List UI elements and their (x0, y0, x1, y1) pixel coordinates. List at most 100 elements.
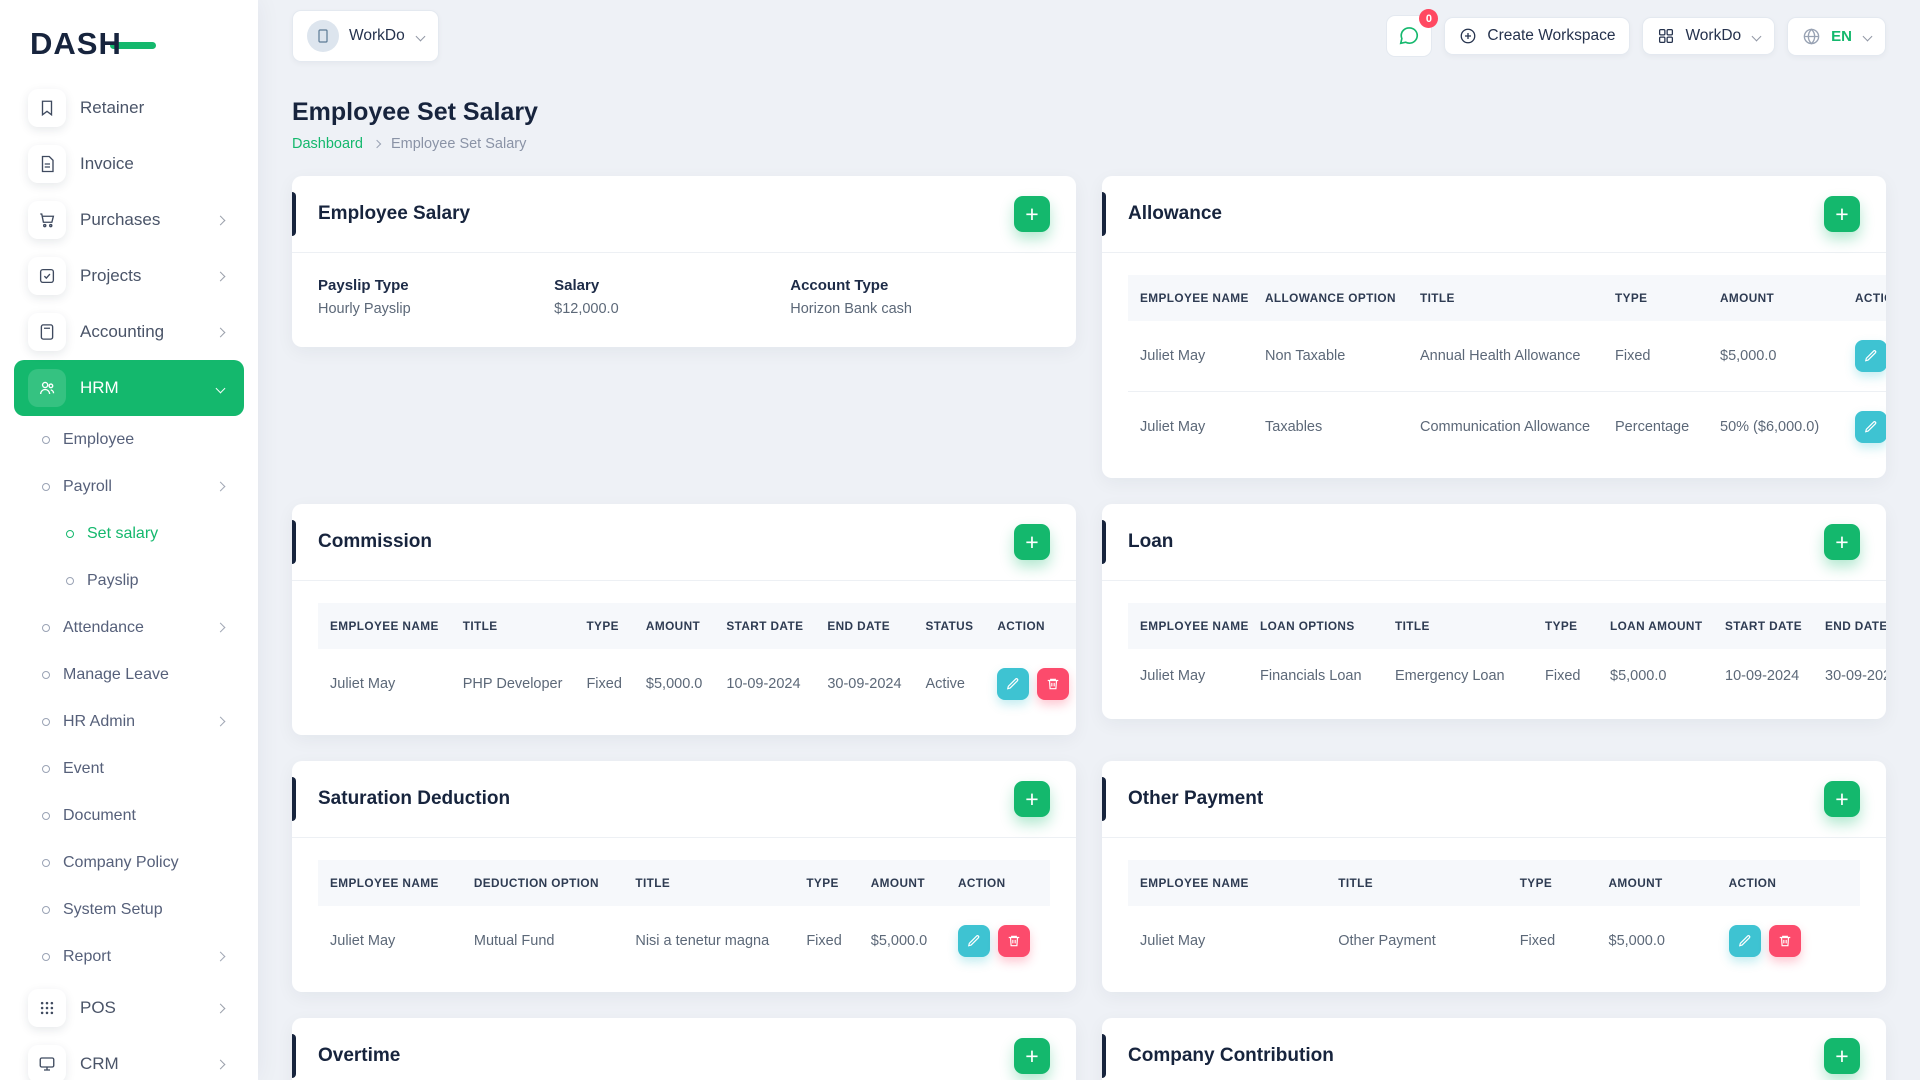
chevron-right-icon (215, 951, 226, 962)
table-cell: Emergency Loan (1395, 668, 1505, 684)
bullet-icon (42, 811, 50, 820)
bullet-icon (42, 905, 50, 914)
retainer-icon (28, 89, 66, 127)
table-cell: Juliet May (330, 933, 396, 949)
logo[interactable]: DASH (14, 16, 244, 72)
table-cell: Fixed (1519, 933, 1556, 949)
employee-salary-card: Employee Salary + Payslip Type Hourly Pa… (292, 176, 1076, 347)
calculator-icon (28, 313, 66, 351)
sidebar-item-crm[interactable]: CRM (14, 1036, 244, 1080)
topbar: WorkDo 0 Create Workspace WorkDo EN (258, 0, 1920, 72)
sidebar-item-company-policy[interactable]: Company Policy (14, 839, 244, 886)
column-header: Deduction Option (461, 860, 624, 906)
chevron-right-icon (215, 1003, 226, 1013)
sidebar-item-employee[interactable]: Employee (14, 416, 244, 463)
table-cell: 10-09-2024 (1725, 668, 1800, 684)
table-cell: Taxables (1265, 419, 1323, 435)
bullet-icon (42, 482, 50, 491)
card-header: Employee Salary + (292, 176, 1076, 253)
field-value: Horizon Bank cash (790, 301, 912, 317)
edit-button[interactable] (997, 668, 1030, 700)
table-cell: 10-09-2024 (726, 676, 801, 692)
sidebar-item-retainer[interactable]: Retainer (14, 80, 244, 136)
table-row: Juliet May PHP Developer Fixed $5,000.0 … (318, 649, 1076, 719)
sidebar-item-pos[interactable]: POS (14, 980, 244, 1036)
column-header: Type (574, 603, 634, 649)
sidebar-item-attendance[interactable]: Attendance (14, 604, 244, 651)
card-body: Employee Name Title Type Amount Start Da… (292, 581, 1076, 735)
add-saturation-deduction-button[interactable]: + (1014, 781, 1050, 817)
chevron-right-icon (215, 271, 226, 281)
field-label: Payslip Type (318, 277, 409, 294)
workspace-selector[interactable]: WorkDo (292, 10, 439, 62)
sidebar-item-report[interactable]: Report (14, 933, 244, 980)
chevron-right-icon (215, 1059, 226, 1069)
delete-button[interactable] (1037, 668, 1070, 700)
loan-table: Employee Name Loan Options Title Type Lo… (1128, 603, 1886, 703)
sidebar-item-system-setup[interactable]: System Setup (14, 886, 244, 933)
trash-icon (1779, 935, 1790, 947)
sidebar-item-invoice[interactable]: Invoice (14, 136, 244, 192)
sidebar-item-set-salary[interactable]: Set salary (14, 510, 244, 557)
chevron-right-icon (215, 327, 226, 337)
table-row: Juliet May Non Taxable Annual Health All… (1128, 321, 1886, 392)
chevron-right-icon (215, 481, 226, 492)
chevron-right-icon (215, 215, 226, 225)
sidebar-item-event[interactable]: Event (14, 745, 244, 792)
messages-button[interactable]: 0 (1386, 9, 1439, 57)
workdo-menu-button[interactable]: WorkDo (1642, 17, 1776, 55)
language-selector[interactable]: EN (1787, 16, 1886, 56)
sidebar-item-label: Payslip (87, 571, 139, 589)
sidebar-item-payroll[interactable]: Payroll (14, 463, 244, 510)
sidebar-item-document[interactable]: Document (14, 792, 244, 839)
table-cell: Mutual Fund (473, 933, 555, 949)
edit-button[interactable] (957, 925, 990, 957)
table-cell: 30-09-2024 (827, 676, 902, 692)
breadcrumb-dashboard-link[interactable]: Dashboard (292, 136, 363, 152)
sidebar-item-purchases[interactable]: Purchases (14, 192, 244, 248)
bullet-icon (42, 717, 50, 726)
delete-button[interactable] (1768, 925, 1801, 957)
card-body: Employee Name Loan Options Title Type Lo… (1102, 581, 1886, 719)
edit-button[interactable] (1728, 925, 1761, 957)
table-header-row: Employee Name Allowance Option Title Typ… (1128, 275, 1886, 321)
table-header-row: Employee Name Title Type Amount Start Da… (318, 603, 1076, 649)
plus-icon: + (1025, 528, 1039, 555)
globe-icon (1803, 27, 1820, 45)
add-allowance-button[interactable]: + (1824, 196, 1860, 232)
sidebar-item-label: CRM (80, 1054, 119, 1073)
plus-icon: + (1835, 200, 1849, 227)
add-loan-button[interactable]: + (1824, 524, 1860, 560)
column-header: Amount (858, 860, 946, 906)
sidebar-item-accounting[interactable]: Accounting (14, 304, 244, 360)
column-header: Title (1383, 603, 1533, 649)
sidebar-item-projects[interactable]: Projects (14, 248, 244, 304)
field-value: $12,000.0 (554, 301, 619, 317)
add-company-contribution-button[interactable]: + (1824, 1038, 1860, 1074)
edit-button[interactable] (1855, 411, 1886, 443)
action-cell (1717, 906, 1860, 976)
add-other-payment-button[interactable]: + (1824, 781, 1860, 817)
delete-button[interactable] (997, 925, 1030, 957)
sidebar-item-hr-admin[interactable]: HR Admin (14, 698, 244, 745)
edit-button[interactable] (1855, 340, 1886, 372)
table-cell: Fixed (806, 933, 842, 949)
breadcrumb-current: Employee Set Salary (390, 136, 527, 152)
company-contribution-card: Company Contribution + (1102, 1018, 1886, 1080)
saturation-deduction-card: Saturation Deduction + Employee Name Ded… (292, 761, 1076, 992)
sidebar-item-manage-leave[interactable]: Manage Leave (14, 651, 244, 698)
sidebar-item-hrm[interactable]: HRM (14, 360, 244, 416)
card-header: Other Payment + (1102, 761, 1886, 838)
field: Payslip Type Hourly Payslip (318, 277, 554, 317)
table-cell: $5,000.0 (645, 676, 703, 692)
card-title: Company Contribution (1128, 1045, 1334, 1066)
add-overtime-button[interactable]: + (1014, 1038, 1050, 1074)
column-header: Status (913, 603, 986, 649)
create-workspace-button[interactable]: Create Workspace (1444, 17, 1631, 55)
add-commission-button[interactable]: + (1014, 524, 1050, 560)
table-cell: Other Payment (1338, 933, 1436, 949)
column-header: Employee Name (1128, 860, 1327, 906)
add-employee-salary-button[interactable]: + (1014, 196, 1050, 232)
bullet-icon (42, 670, 50, 679)
sidebar-item-payslip[interactable]: Payslip (14, 557, 244, 604)
